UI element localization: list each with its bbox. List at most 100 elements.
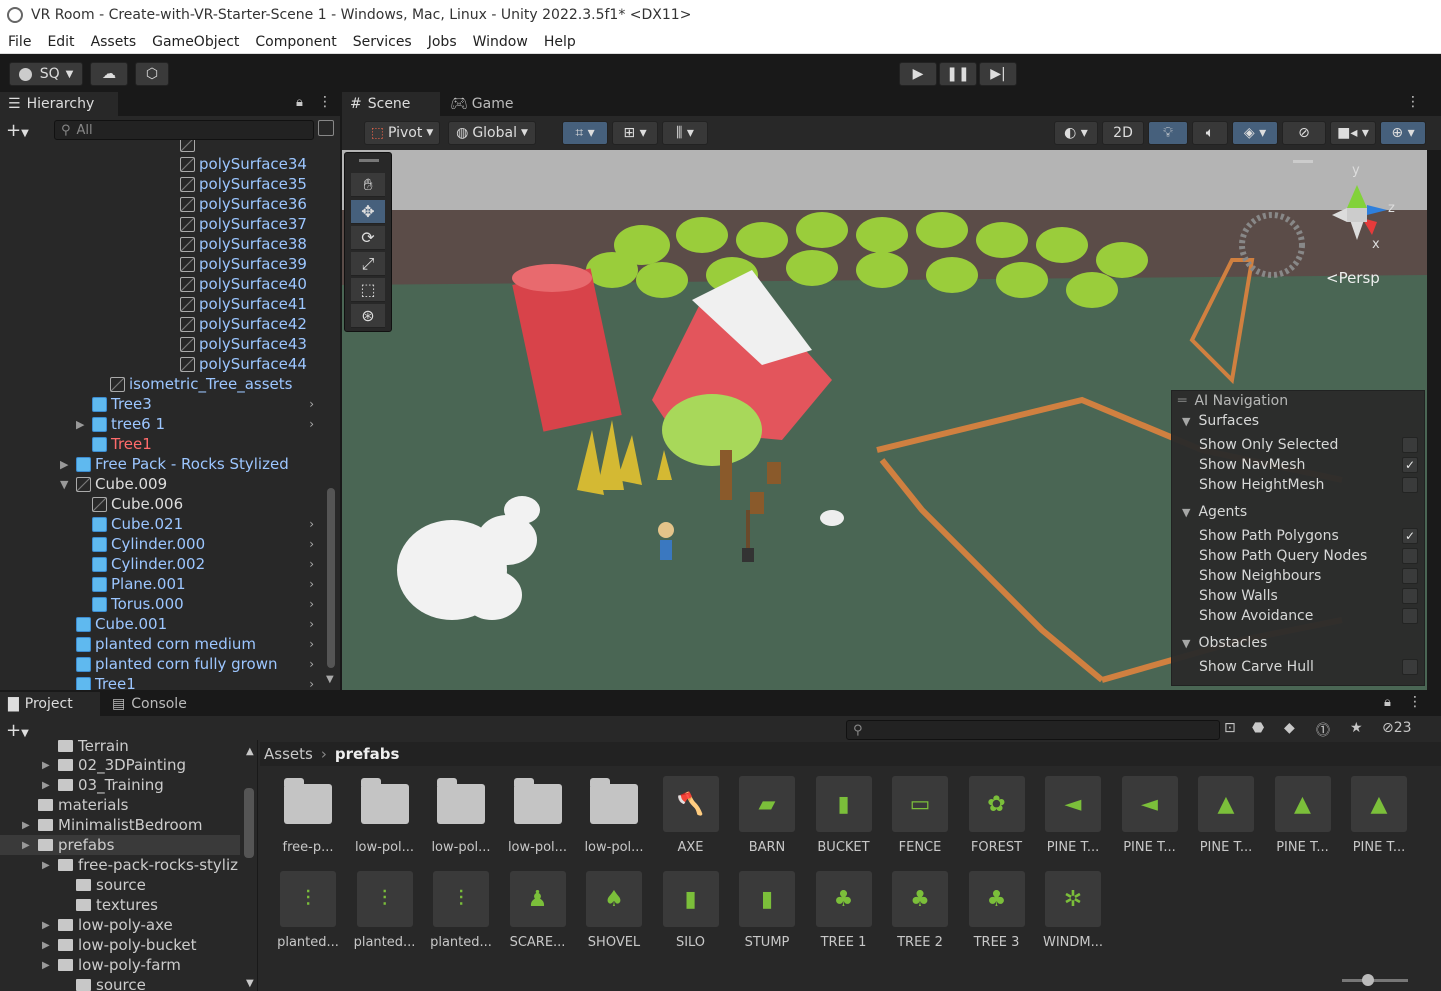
folder-tree-item[interactable]: ▶ MinimalistBedroom: [0, 815, 240, 835]
tab-hierarchy[interactable]: ☰ Hierarchy: [0, 92, 118, 116]
warning-filter-icon[interactable]: ⓵: [1316, 720, 1330, 740]
asset-item[interactable]: ⫶ planted...: [349, 871, 421, 950]
asset-item[interactable]: ▰ BARN: [731, 776, 803, 855]
asset-item[interactable]: ◄ PINE T...: [1037, 776, 1109, 855]
grid-snap-button[interactable]: ⊞ ▾: [612, 121, 658, 145]
lock-icon[interactable]: 🔒︎: [1384, 695, 1391, 710]
asset-item[interactable]: ♠ SHOVEL: [578, 871, 650, 950]
step-button[interactable]: ▶|: [979, 62, 1017, 86]
type-filter-icon[interactable]: ⬣: [1252, 720, 1264, 736]
tab-scene[interactable]: # Scene: [342, 92, 440, 116]
asset-item[interactable]: 🪓 AXE: [655, 776, 727, 855]
foldout-closed-icon[interactable]: ▶: [42, 760, 50, 771]
folder-tree-item[interactable]: ▶ low-poly-bucket: [0, 935, 240, 955]
folder-tree-item[interactable]: ▶ 03_Training: [0, 775, 240, 795]
hierarchy-row[interactable]: Cube.006: [0, 494, 330, 514]
folder-tree-item[interactable]: ▶ low-poly-farm: [0, 955, 240, 975]
hierarchy-row[interactable]: Tree1: [0, 434, 330, 454]
cloud-button[interactable]: ☁: [90, 62, 128, 86]
obstacles-foldout[interactable]: ▼ Obstacles: [1172, 633, 1426, 653]
hierarchy-row[interactable]: ▶ Free Pack - Rocks Stylized: [0, 454, 330, 474]
scale-tool-button[interactable]: ⤢: [351, 252, 385, 276]
folder-tree-item[interactable]: source: [0, 875, 240, 895]
asset-item[interactable]: low-pol...: [425, 776, 497, 855]
ai-nav-option[interactable]: Show HeightMesh: [1172, 475, 1426, 495]
move-tool-button[interactable]: ✥: [351, 200, 385, 224]
global-dropdown[interactable]: ◍ Global ▼: [448, 121, 536, 145]
checkbox[interactable]: [1402, 477, 1418, 493]
label-filter-icon[interactable]: ◆: [1284, 720, 1295, 736]
scroll-up-icon[interactable]: ▲: [246, 746, 254, 757]
hierarchy-row[interactable]: Cylinder.002 ›: [0, 554, 330, 574]
asset-item[interactable]: low-pol...: [349, 776, 421, 855]
breadcrumb-assets[interactable]: Assets: [264, 745, 313, 763]
asset-item[interactable]: free-p...: [272, 776, 344, 855]
menu-item-file[interactable]: File: [0, 34, 39, 50]
transform-tool-button[interactable]: ⊛: [351, 304, 385, 328]
hierarchy-search-input[interactable]: ⚲ All: [54, 120, 314, 140]
foldout-closed-icon[interactable]: ▶: [42, 920, 50, 931]
checkbox[interactable]: [1402, 659, 1418, 675]
chevron-right-icon[interactable]: ›: [309, 657, 314, 671]
chevron-right-icon[interactable]: ›: [309, 637, 314, 651]
checkbox[interactable]: [1402, 568, 1418, 584]
slider-thumb[interactable]: [1362, 974, 1374, 986]
asset-item[interactable]: ▲ PINE T...: [1343, 776, 1415, 855]
chevron-right-icon[interactable]: ›: [309, 417, 314, 431]
hierarchy-row[interactable]: Tree1 ›: [0, 674, 330, 690]
menu-item-edit[interactable]: Edit: [39, 34, 82, 50]
lock-icon[interactable]: 🔒︎: [296, 95, 303, 110]
chevron-right-icon[interactable]: ›: [309, 677, 314, 690]
asset-item[interactable]: ▮ STUMP: [731, 871, 803, 950]
ai-nav-option[interactable]: Show NavMesh ✓: [1172, 455, 1426, 475]
mode-2d-button[interactable]: 2D: [1102, 121, 1144, 145]
asset-item[interactable]: ♣ TREE 1: [808, 871, 880, 950]
folder-tree-item[interactable]: Terrain: [0, 740, 240, 756]
audio-toggle[interactable]: 🔈︎: [1192, 121, 1228, 145]
asset-item[interactable]: ▲ PINE T...: [1190, 776, 1262, 855]
menu-item-services[interactable]: Services: [345, 34, 420, 50]
folder-tree-item[interactable]: ▶ 02_3DPainting: [0, 755, 240, 775]
checkbox[interactable]: [1402, 588, 1418, 604]
chevron-right-icon[interactable]: ›: [309, 397, 314, 411]
scene-visibility-icon[interactable]: [318, 120, 334, 136]
gizmos-dropdown[interactable]: ⊕ ▾: [1380, 121, 1426, 145]
create-asset-button[interactable]: +▼: [6, 720, 29, 741]
scroll-down-icon[interactable]: ▼: [326, 674, 334, 685]
chevron-right-icon[interactable]: ›: [309, 557, 314, 571]
hierarchy-row[interactable]: polySurface41: [0, 294, 330, 314]
project-search-input[interactable]: ⚲: [846, 720, 1220, 740]
search-options-icon[interactable]: ⊡: [1224, 720, 1236, 736]
ai-nav-option[interactable]: Show Only Selected: [1172, 435, 1426, 455]
agents-foldout[interactable]: ▼ Agents: [1172, 502, 1426, 522]
hierarchy-row[interactable]: ▼ Cube.009: [0, 474, 330, 494]
checkbox[interactable]: ✓: [1402, 528, 1418, 544]
folder-tree-item[interactable]: ▶ prefabs: [0, 835, 240, 855]
checkbox[interactable]: ✓: [1402, 457, 1418, 473]
hierarchy-row-partial[interactable]: [0, 140, 330, 154]
chevron-right-icon[interactable]: ›: [309, 577, 314, 591]
checkbox[interactable]: [1402, 548, 1418, 564]
hierarchy-row[interactable]: isometric_Tree_assets: [0, 374, 330, 394]
foldout-closed-icon[interactable]: ▶: [22, 820, 30, 831]
kebab-menu-icon[interactable]: ⋮: [1408, 694, 1422, 710]
checkbox[interactable]: [1402, 608, 1418, 624]
rotate-tool-button[interactable]: ⟳: [351, 226, 385, 250]
camera-dropdown[interactable]: ■◂ ▾: [1330, 121, 1376, 145]
hierarchy-row[interactable]: polySurface43: [0, 334, 330, 354]
foldout-closed-icon[interactable]: ▶: [42, 780, 50, 791]
hierarchy-row[interactable]: Cube.021 ›: [0, 514, 330, 534]
foldout-closed-icon[interactable]: ▶: [76, 418, 88, 431]
folder-tree-item[interactable]: ▶ free-pack-rocks-styliz: [0, 855, 240, 875]
menu-item-help[interactable]: Help: [536, 34, 584, 50]
ai-nav-option[interactable]: Show Avoidance: [1172, 606, 1426, 626]
add-object-button[interactable]: +▼: [6, 120, 29, 141]
chevron-right-icon[interactable]: ›: [309, 597, 314, 611]
favorite-star-icon[interactable]: ★: [1350, 720, 1363, 736]
hierarchy-row[interactable]: Tree3 ›: [0, 394, 330, 414]
ai-nav-option[interactable]: Show Carve Hull: [1172, 657, 1426, 677]
hierarchy-row[interactable]: polySurface44: [0, 354, 330, 374]
hierarchy-row[interactable]: polySurface38: [0, 234, 330, 254]
snap-grid-button[interactable]: ⌗ ▾: [562, 121, 608, 145]
menu-item-gameobject[interactable]: GameObject: [144, 34, 247, 50]
